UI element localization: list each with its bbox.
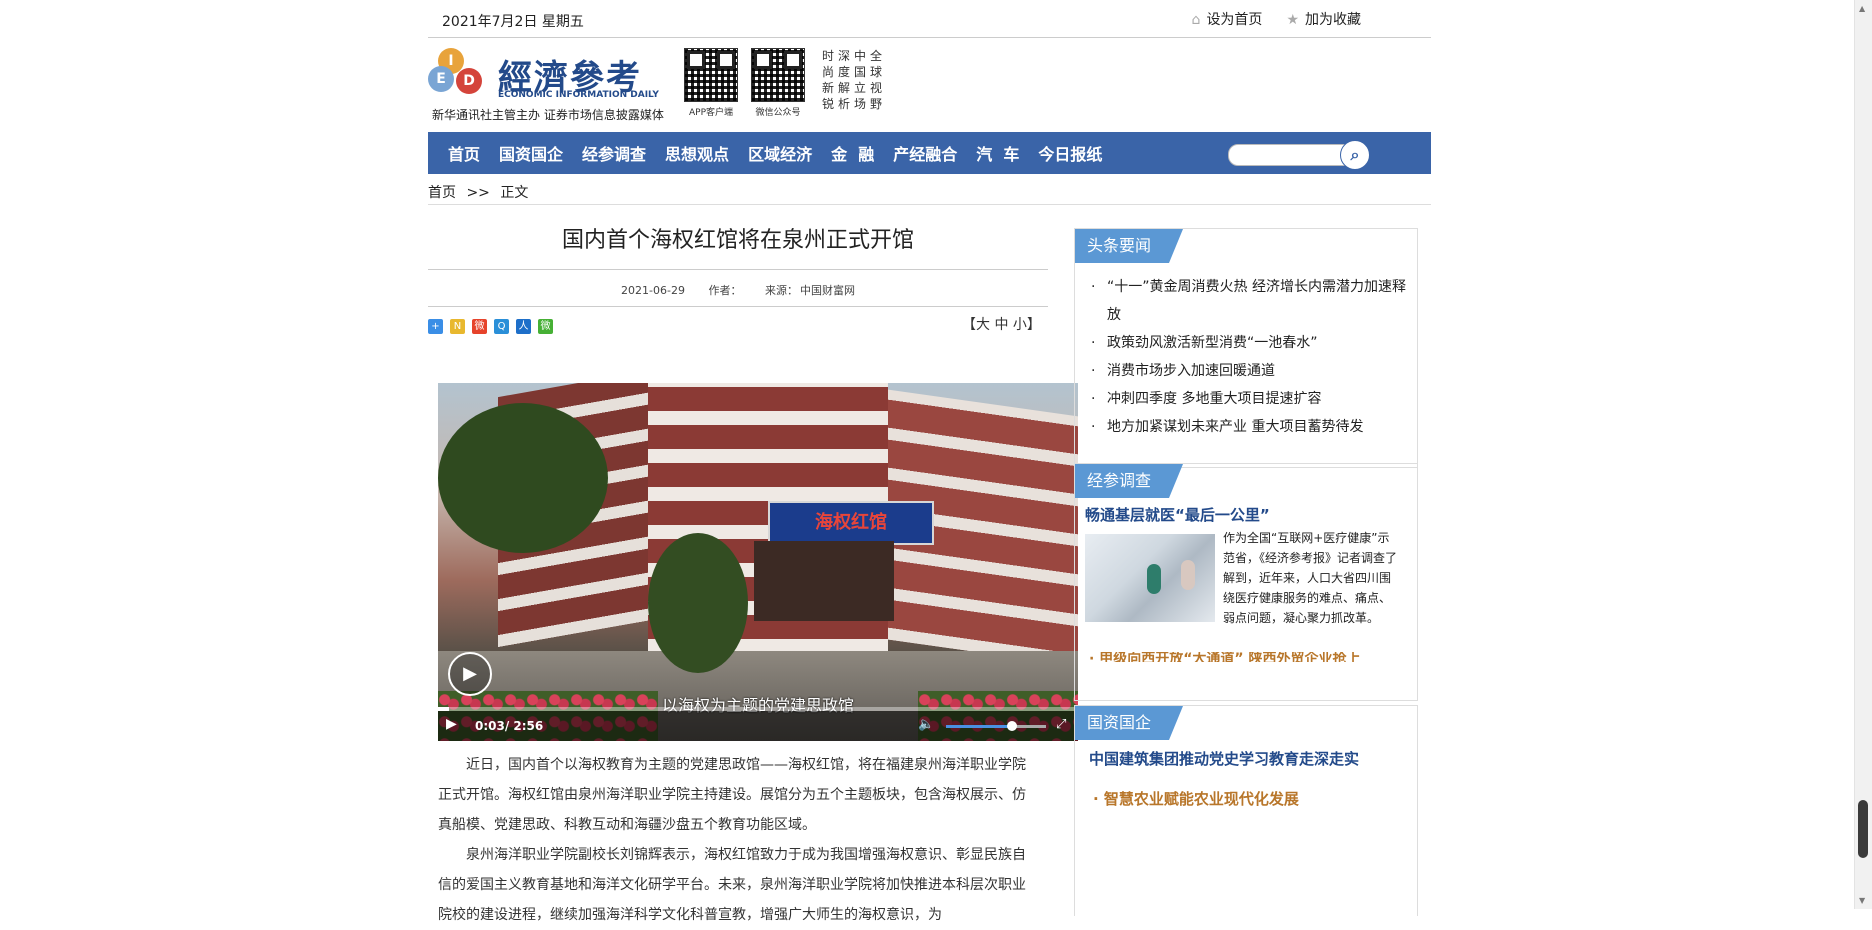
divider	[428, 269, 1048, 270]
soe-panel: 国资国企 中国建筑集团推动党史学习教育走深走实 · 智慧农业赋能农业现代化发展	[1074, 705, 1418, 916]
page-scrollbar[interactable]: ▲ ▼	[1854, 0, 1872, 909]
main-nav: 首页 国资国企 经参调查 思想观点 区域经济 金 融 产经融合 汽 车 今日报纸…	[428, 132, 1431, 174]
qr-wechat[interactable]: 微信公众号	[751, 48, 805, 118]
volume-slider[interactable]	[946, 725, 1046, 728]
article-author: 作者：	[708, 284, 742, 297]
share-bar: + N 微 Q 人 微	[428, 319, 553, 334]
article-title: 国内首个海权红馆将在泉州正式开馆	[561, 228, 914, 253]
nav-item-soe[interactable]: 国资国企	[499, 141, 563, 165]
font-size-switch[interactable]: 【大 中 小】	[962, 314, 1041, 334]
logo-english: ECONOMIC INFORMATION DAILY	[498, 90, 659, 100]
qr-code-icon	[684, 48, 738, 102]
video-frame-tree	[438, 403, 608, 553]
logo-subtitle: 新华通讯社主管主办 证券市场信息披露媒体	[432, 108, 664, 122]
site-header: I E D 經濟參考 ECONOMIC INFORMATION DAILY 新华…	[428, 38, 1431, 130]
list-item[interactable]: 政策劲风激活新型消费“一池春水”	[1089, 329, 1409, 357]
play-icon[interactable]: ▶	[446, 716, 457, 732]
article-meta: 2021-06-29 作者： 来源： 中国财富网	[428, 282, 1048, 298]
list-item[interactable]: 冲刺四季度 多地重大项目提速扩容	[1089, 385, 1409, 413]
search-icon[interactable]: ⌕	[1340, 140, 1370, 170]
nav-item-opinion[interactable]: 思想观点	[665, 141, 729, 165]
article-paragraph: 近日，国内首个以海权教育为主题的党建思政馆——海权红馆，将在福建泉州海洋职业学院…	[438, 757, 1026, 833]
video-frame-tree	[648, 533, 748, 673]
nav-item-home[interactable]: 首页	[448, 141, 480, 165]
home-icon: ⌂	[1191, 12, 1201, 28]
n-icon[interactable]: N	[450, 319, 465, 334]
survey-more-link[interactable]: · 甲级向西开放“大通道” 陕西外贸企业抢上	[1089, 652, 1405, 662]
video-frame-sign: 海权红馆	[768, 501, 934, 545]
nav-item-industry[interactable]: 产经融合	[893, 141, 957, 165]
video-controls: ▶ 0:03/ 2:56 🔈 ⤢	[438, 711, 1078, 741]
volume-handle[interactable]	[1007, 721, 1017, 731]
article-body: 近日，国内首个以海权教育为主题的党建思政馆——海权红馆，将在福建泉州海洋职业学院…	[438, 750, 1038, 930]
headlines-tab[interactable]: 头条要闻	[1075, 229, 1184, 263]
play-overlay-icon[interactable]: ▶	[448, 652, 492, 696]
renren-icon[interactable]: 人	[516, 319, 531, 334]
survey-summary: 作为全国“互联网+医疗健康”示范省，《经济参考报》记者调查了解到，近年来，人口大…	[1223, 531, 1398, 625]
article-source-label: 来源：	[764, 284, 798, 297]
volume-fill	[946, 725, 1012, 728]
video-frame-door	[754, 541, 894, 621]
logo-circle-d: D	[456, 68, 482, 94]
weibo-icon[interactable]: 微	[472, 319, 487, 334]
breadcrumb: 首页 >> 正文	[428, 185, 529, 201]
article-paragraph: 泉州海洋职业学院副校长刘锦辉表示，海权红馆致力于成为我国增强海权意识、彰显民族自…	[438, 847, 1026, 923]
article-date: 2021-06-29	[621, 284, 685, 297]
video-time: 0:03/ 2:56	[475, 719, 544, 733]
scroll-up-icon[interactable]: ▲	[1859, 4, 1865, 13]
site-logo[interactable]: I E D 經濟參考 ECONOMIC INFORMATION DAILY 新华…	[428, 46, 664, 124]
headlines-panel: 头条要闻 “十一”黄金周消费火热 经济增长内需潜力加速释放 政策劲风激活新型消费…	[1074, 228, 1418, 468]
slogan: 时深中全 尚度国球 新解立视 锐析场野	[822, 49, 887, 111]
nav-item-finance[interactable]: 金 融	[831, 141, 874, 165]
fullscreen-icon[interactable]: ⤢	[1056, 717, 1066, 732]
plus-icon[interactable]: +	[428, 319, 443, 334]
wechat-icon[interactable]: 微	[538, 319, 553, 334]
nav-item-auto[interactable]: 汽 车	[976, 141, 1019, 165]
breadcrumb-current: 正文	[500, 185, 529, 201]
headlines-list: “十一”黄金周消费火热 经济增长内需潜力加速释放 政策劲风激活新型消费“一池春水…	[1089, 273, 1409, 441]
survey-headline[interactable]: 畅通基层就医“最后一公里”	[1085, 504, 1270, 525]
top-bar: 2021年7月2日 星期五 ⌂ 设为首页 ★ 加为收藏	[428, 0, 1431, 38]
soe-tab[interactable]: 国资国企	[1075, 706, 1184, 740]
survey-tab[interactable]: 经参调查	[1075, 464, 1184, 498]
survey-panel: 经参调查 畅通基层就医“最后一公里” 作为全国“互联网+医疗健康”示范省，《经济…	[1074, 463, 1418, 701]
volume-icon[interactable]: 🔈	[918, 717, 934, 732]
scroll-down-icon[interactable]: ▼	[1859, 896, 1865, 905]
article-source: 中国财富网	[799, 284, 855, 297]
list-item[interactable]: 消费市场步入加速回暖通道	[1089, 357, 1409, 385]
divider	[428, 306, 1048, 307]
nav-item-newspaper[interactable]: 今日报纸	[1038, 141, 1102, 165]
nav-item-survey[interactable]: 经参调查	[582, 141, 646, 165]
qr-app[interactable]: APP客户端	[684, 48, 738, 118]
star-icon: ★	[1286, 12, 1299, 28]
search-input[interactable]	[1228, 144, 1358, 166]
video-player[interactable]: 海权红馆 以海权为主题的党建思政馆 ▶ ▶ 0:03/ 2:56 🔈 ⤢	[438, 383, 1078, 741]
list-item[interactable]: 地方加紧谋划未来产业 重大项目蓄势待发	[1089, 413, 1409, 441]
page-container: 2021年7月2日 星期五 ⌂ 设为首页 ★ 加为收藏 I E D 經濟參考 ECO…	[428, 0, 1431, 923]
nav-item-regional[interactable]: 区域经济	[748, 141, 812, 165]
qzone-icon[interactable]: Q	[494, 319, 509, 334]
logo-circle-e: E	[428, 66, 454, 92]
scrollbar-thumb[interactable]	[1858, 800, 1868, 858]
soe-link[interactable]: · 智慧农业赋能农业现代化发展	[1093, 788, 1299, 809]
current-date: 2021年7月2日 星期五	[442, 14, 584, 30]
set-home-link[interactable]: ⌂ 设为首页	[1192, 9, 1263, 29]
top-links: ⌂ 设为首页 ★ 加为收藏	[1192, 9, 1361, 29]
breadcrumb-home[interactable]: 首页	[428, 185, 456, 201]
divider	[428, 204, 1431, 205]
bookmark-link[interactable]: ★ 加为收藏	[1286, 9, 1361, 29]
qr-code-icon	[751, 48, 805, 102]
soe-headline[interactable]: 中国建筑集团推动党史学习教育走深走实	[1089, 748, 1359, 769]
list-item[interactable]: “十一”黄金周消费火热 经济增长内需潜力加速释放	[1089, 273, 1409, 329]
